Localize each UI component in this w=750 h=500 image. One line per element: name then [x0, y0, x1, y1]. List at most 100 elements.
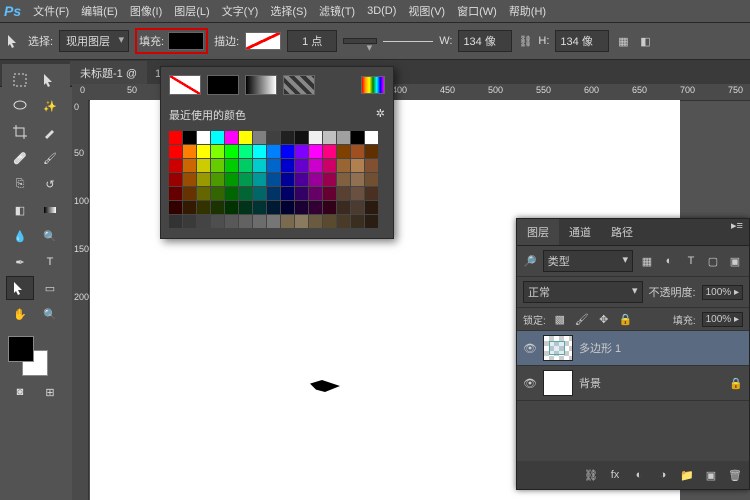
color-swatch[interactable] [239, 159, 252, 172]
color-swatch[interactable] [183, 173, 196, 186]
color-swatch[interactable] [267, 159, 280, 172]
color-swatch[interactable] [309, 159, 322, 172]
tool-lasso[interactable] [6, 94, 34, 118]
visibility-icon[interactable]: 👁 [523, 377, 537, 390]
menu-edit[interactable]: 编辑(E) [81, 3, 118, 19]
tool-dodge[interactable]: 🔍 [36, 224, 64, 248]
color-swatch[interactable] [323, 145, 336, 158]
color-swatch[interactable] [281, 131, 294, 144]
filter-kind-dropdown[interactable]: 类型▾ [543, 250, 633, 272]
color-swatch[interactable] [183, 145, 196, 158]
color-swatch[interactable] [225, 131, 238, 144]
color-picker-icon[interactable] [361, 76, 385, 94]
layer-row-polygon[interactable]: 👁 多边形 1 [517, 331, 749, 366]
color-swatch[interactable] [169, 145, 182, 158]
color-swatch[interactable] [253, 131, 266, 144]
color-swatch[interactable] [183, 215, 196, 228]
layer-name[interactable]: 多边形 1 [579, 340, 621, 356]
color-swatch[interactable] [309, 215, 322, 228]
color-swatch[interactable] [239, 201, 252, 214]
color-swatch[interactable] [365, 159, 378, 172]
color-swatch[interactable] [337, 145, 350, 158]
color-swatch[interactable] [169, 201, 182, 214]
color-swatch[interactable] [365, 187, 378, 200]
blend-mode-dropdown[interactable]: 正常▾ [523, 281, 643, 303]
tool-crop[interactable] [6, 120, 34, 144]
tool-blur[interactable]: 💧 [6, 224, 34, 248]
color-swatch[interactable] [183, 201, 196, 214]
tool-eyedropper[interactable] [36, 120, 64, 144]
color-swatch[interactable] [197, 159, 210, 172]
color-swatch[interactable] [169, 187, 182, 200]
tool-marquee[interactable] [6, 68, 34, 92]
color-swatch[interactable] [337, 215, 350, 228]
tool-wand[interactable]: ✨ [36, 94, 64, 118]
layer-name[interactable]: 背景 [579, 375, 601, 391]
color-swatch[interactable] [309, 187, 322, 200]
menu-select[interactable]: 选择(S) [270, 3, 307, 19]
color-swatch[interactable] [295, 131, 308, 144]
color-swatch[interactable] [169, 215, 182, 228]
stroke-style-preview[interactable] [383, 41, 433, 42]
tool-heal[interactable]: 🩹 [6, 146, 34, 170]
menu-image[interactable]: 图像(I) [130, 3, 162, 19]
fg-color-swatch[interactable] [8, 336, 34, 362]
tab-layers[interactable]: 图层 [517, 219, 559, 245]
lock-all-icon[interactable]: 🔒 [618, 311, 634, 327]
layer-thumb[interactable] [543, 335, 573, 361]
color-swatch[interactable] [225, 187, 238, 200]
color-swatch[interactable] [267, 187, 280, 200]
color-swatch[interactable] [253, 145, 266, 158]
color-swatch[interactable] [253, 159, 266, 172]
color-swatch[interactable] [211, 173, 224, 186]
polygon-shape[interactable] [310, 380, 340, 392]
color-swatch[interactable] [337, 173, 350, 186]
color-swatch[interactable] [253, 201, 266, 214]
color-swatch[interactable] [225, 159, 238, 172]
color-swatch[interactable] [323, 131, 336, 144]
menu-help[interactable]: 帮助(H) [509, 3, 546, 19]
color-swatch[interactable] [295, 215, 308, 228]
color-swatch[interactable] [267, 201, 280, 214]
color-swatch[interactable] [323, 215, 336, 228]
width-field[interactable]: 134 像 [458, 30, 512, 52]
filter-smart-icon[interactable]: ▣ [727, 253, 743, 269]
tool-history-brush[interactable]: ↺ [36, 172, 64, 196]
color-swatch[interactable] [351, 201, 364, 214]
color-swatch[interactable] [323, 173, 336, 186]
tool-brush[interactable]: 🖌 [36, 146, 64, 170]
filter-adjust-icon[interactable]: ◐ [661, 253, 677, 269]
menu-filter[interactable]: 滤镜(T) [319, 3, 355, 19]
screen-mode-icon[interactable]: ⊞ [36, 380, 64, 404]
color-swatch[interactable] [183, 159, 196, 172]
fill-none[interactable] [169, 75, 201, 95]
color-swatch[interactable] [365, 145, 378, 158]
color-swatch[interactable] [197, 173, 210, 186]
color-swatch[interactable] [323, 159, 336, 172]
color-swatch[interactable] [253, 187, 266, 200]
color-swatch[interactable] [281, 201, 294, 214]
color-swatch[interactable] [337, 187, 350, 200]
link-wh-icon[interactable]: ⛓ [518, 35, 532, 48]
tool-type[interactable]: T [36, 250, 64, 274]
fill-gradient[interactable] [245, 75, 277, 95]
lock-position-icon[interactable]: ✥ [596, 311, 612, 327]
color-swatch[interactable] [183, 131, 196, 144]
color-swatch[interactable] [211, 215, 224, 228]
color-swatch[interactable] [365, 131, 378, 144]
color-swatch[interactable] [197, 215, 210, 228]
menu-3d[interactable]: 3D(D) [367, 5, 396, 17]
color-swatch[interactable] [211, 145, 224, 158]
color-swatch[interactable] [295, 173, 308, 186]
tool-eraser[interactable]: ◧ [6, 198, 34, 222]
tool-stamp[interactable]: ⎘ [6, 172, 34, 196]
color-swatch[interactable] [239, 215, 252, 228]
color-swatch[interactable] [351, 159, 364, 172]
height-field[interactable]: 134 像 [555, 30, 609, 52]
lock-transparency-icon[interactable]: ▩ [552, 311, 568, 327]
color-swatch[interactable] [169, 159, 182, 172]
color-swatch[interactable] [267, 215, 280, 228]
color-fg-bg[interactable] [6, 334, 60, 378]
color-swatch[interactable] [309, 131, 322, 144]
color-swatch[interactable] [197, 131, 210, 144]
